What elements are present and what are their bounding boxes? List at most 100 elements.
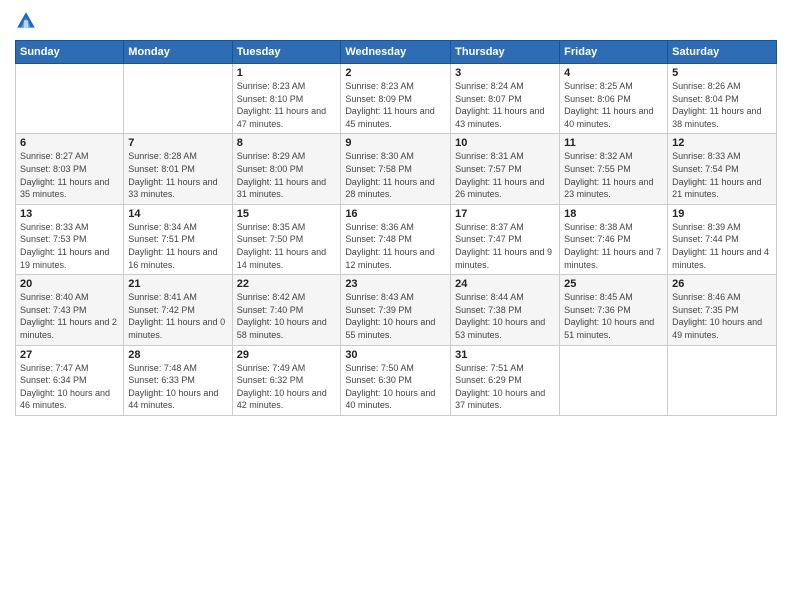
day-number: 13 bbox=[20, 208, 119, 220]
day-cell: 13Sunrise: 8:33 AM Sunset: 7:53 PM Dayli… bbox=[16, 204, 124, 274]
weekday-header-monday: Monday bbox=[124, 41, 232, 64]
day-cell: 4Sunrise: 8:25 AM Sunset: 8:06 PM Daylig… bbox=[560, 64, 668, 134]
day-number: 9 bbox=[345, 137, 446, 149]
day-number: 24 bbox=[455, 278, 555, 290]
day-number: 15 bbox=[237, 208, 337, 220]
day-number: 23 bbox=[345, 278, 446, 290]
day-cell: 5Sunrise: 8:26 AM Sunset: 8:04 PM Daylig… bbox=[668, 64, 777, 134]
day-info: Sunrise: 8:36 AM Sunset: 7:48 PM Dayligh… bbox=[345, 221, 446, 271]
week-row-2: 6Sunrise: 8:27 AM Sunset: 8:03 PM Daylig… bbox=[16, 134, 777, 204]
day-info: Sunrise: 8:26 AM Sunset: 8:04 PM Dayligh… bbox=[672, 80, 772, 130]
page: SundayMondayTuesdayWednesdayThursdayFrid… bbox=[0, 0, 792, 612]
day-info: Sunrise: 8:30 AM Sunset: 7:58 PM Dayligh… bbox=[345, 150, 446, 200]
day-number: 11 bbox=[564, 137, 663, 149]
day-cell: 29Sunrise: 7:49 AM Sunset: 6:32 PM Dayli… bbox=[232, 345, 341, 415]
day-info: Sunrise: 8:37 AM Sunset: 7:47 PM Dayligh… bbox=[455, 221, 555, 271]
day-number: 3 bbox=[455, 67, 555, 79]
day-cell: 10Sunrise: 8:31 AM Sunset: 7:57 PM Dayli… bbox=[451, 134, 560, 204]
day-info: Sunrise: 8:27 AM Sunset: 8:03 PM Dayligh… bbox=[20, 150, 119, 200]
day-number: 27 bbox=[20, 349, 119, 361]
day-info: Sunrise: 8:23 AM Sunset: 8:09 PM Dayligh… bbox=[345, 80, 446, 130]
week-row-5: 27Sunrise: 7:47 AM Sunset: 6:34 PM Dayli… bbox=[16, 345, 777, 415]
day-cell: 7Sunrise: 8:28 AM Sunset: 8:01 PM Daylig… bbox=[124, 134, 232, 204]
day-number: 8 bbox=[237, 137, 337, 149]
day-cell: 8Sunrise: 8:29 AM Sunset: 8:00 PM Daylig… bbox=[232, 134, 341, 204]
day-cell: 19Sunrise: 8:39 AM Sunset: 7:44 PM Dayli… bbox=[668, 204, 777, 274]
day-number: 2 bbox=[345, 67, 446, 79]
day-number: 7 bbox=[128, 137, 227, 149]
day-number: 20 bbox=[20, 278, 119, 290]
day-cell: 30Sunrise: 7:50 AM Sunset: 6:30 PM Dayli… bbox=[341, 345, 451, 415]
day-number: 29 bbox=[237, 349, 337, 361]
day-info: Sunrise: 8:31 AM Sunset: 7:57 PM Dayligh… bbox=[455, 150, 555, 200]
day-number: 17 bbox=[455, 208, 555, 220]
day-number: 19 bbox=[672, 208, 772, 220]
day-info: Sunrise: 8:35 AM Sunset: 7:50 PM Dayligh… bbox=[237, 221, 337, 271]
weekday-header-friday: Friday bbox=[560, 41, 668, 64]
day-cell: 18Sunrise: 8:38 AM Sunset: 7:46 PM Dayli… bbox=[560, 204, 668, 274]
day-cell: 24Sunrise: 8:44 AM Sunset: 7:38 PM Dayli… bbox=[451, 275, 560, 345]
day-cell: 22Sunrise: 8:42 AM Sunset: 7:40 PM Dayli… bbox=[232, 275, 341, 345]
day-info: Sunrise: 7:51 AM Sunset: 6:29 PM Dayligh… bbox=[455, 362, 555, 412]
day-cell bbox=[16, 64, 124, 134]
calendar-table: SundayMondayTuesdayWednesdayThursdayFrid… bbox=[15, 40, 777, 416]
day-cell: 11Sunrise: 8:32 AM Sunset: 7:55 PM Dayli… bbox=[560, 134, 668, 204]
day-number: 28 bbox=[128, 349, 227, 361]
day-info: Sunrise: 8:40 AM Sunset: 7:43 PM Dayligh… bbox=[20, 291, 119, 341]
weekday-header-thursday: Thursday bbox=[451, 41, 560, 64]
day-number: 21 bbox=[128, 278, 227, 290]
day-number: 4 bbox=[564, 67, 663, 79]
day-number: 30 bbox=[345, 349, 446, 361]
day-number: 16 bbox=[345, 208, 446, 220]
day-cell: 26Sunrise: 8:46 AM Sunset: 7:35 PM Dayli… bbox=[668, 275, 777, 345]
day-info: Sunrise: 8:44 AM Sunset: 7:38 PM Dayligh… bbox=[455, 291, 555, 341]
day-info: Sunrise: 8:24 AM Sunset: 8:07 PM Dayligh… bbox=[455, 80, 555, 130]
day-cell: 28Sunrise: 7:48 AM Sunset: 6:33 PM Dayli… bbox=[124, 345, 232, 415]
day-cell: 20Sunrise: 8:40 AM Sunset: 7:43 PM Dayli… bbox=[16, 275, 124, 345]
day-cell: 31Sunrise: 7:51 AM Sunset: 6:29 PM Dayli… bbox=[451, 345, 560, 415]
day-cell bbox=[560, 345, 668, 415]
week-row-4: 20Sunrise: 8:40 AM Sunset: 7:43 PM Dayli… bbox=[16, 275, 777, 345]
weekday-header-saturday: Saturday bbox=[668, 41, 777, 64]
day-cell: 15Sunrise: 8:35 AM Sunset: 7:50 PM Dayli… bbox=[232, 204, 341, 274]
day-number: 22 bbox=[237, 278, 337, 290]
day-info: Sunrise: 8:39 AM Sunset: 7:44 PM Dayligh… bbox=[672, 221, 772, 271]
day-cell: 9Sunrise: 8:30 AM Sunset: 7:58 PM Daylig… bbox=[341, 134, 451, 204]
logo bbox=[15, 10, 40, 32]
weekday-header-sunday: Sunday bbox=[16, 41, 124, 64]
day-info: Sunrise: 8:23 AM Sunset: 8:10 PM Dayligh… bbox=[237, 80, 337, 130]
day-info: Sunrise: 8:45 AM Sunset: 7:36 PM Dayligh… bbox=[564, 291, 663, 341]
day-cell: 21Sunrise: 8:41 AM Sunset: 7:42 PM Dayli… bbox=[124, 275, 232, 345]
day-number: 31 bbox=[455, 349, 555, 361]
day-cell: 2Sunrise: 8:23 AM Sunset: 8:09 PM Daylig… bbox=[341, 64, 451, 134]
day-info: Sunrise: 8:34 AM Sunset: 7:51 PM Dayligh… bbox=[128, 221, 227, 271]
day-cell: 23Sunrise: 8:43 AM Sunset: 7:39 PM Dayli… bbox=[341, 275, 451, 345]
weekday-header-tuesday: Tuesday bbox=[232, 41, 341, 64]
day-cell: 6Sunrise: 8:27 AM Sunset: 8:03 PM Daylig… bbox=[16, 134, 124, 204]
day-info: Sunrise: 7:49 AM Sunset: 6:32 PM Dayligh… bbox=[237, 362, 337, 412]
day-number: 26 bbox=[672, 278, 772, 290]
day-info: Sunrise: 8:41 AM Sunset: 7:42 PM Dayligh… bbox=[128, 291, 227, 341]
day-cell bbox=[124, 64, 232, 134]
day-info: Sunrise: 7:48 AM Sunset: 6:33 PM Dayligh… bbox=[128, 362, 227, 412]
weekday-header-wednesday: Wednesday bbox=[341, 41, 451, 64]
day-cell: 17Sunrise: 8:37 AM Sunset: 7:47 PM Dayli… bbox=[451, 204, 560, 274]
week-row-1: 1Sunrise: 8:23 AM Sunset: 8:10 PM Daylig… bbox=[16, 64, 777, 134]
day-info: Sunrise: 8:43 AM Sunset: 7:39 PM Dayligh… bbox=[345, 291, 446, 341]
day-info: Sunrise: 8:28 AM Sunset: 8:01 PM Dayligh… bbox=[128, 150, 227, 200]
day-info: Sunrise: 7:47 AM Sunset: 6:34 PM Dayligh… bbox=[20, 362, 119, 412]
day-cell: 27Sunrise: 7:47 AM Sunset: 6:34 PM Dayli… bbox=[16, 345, 124, 415]
day-number: 25 bbox=[564, 278, 663, 290]
day-info: Sunrise: 8:38 AM Sunset: 7:46 PM Dayligh… bbox=[564, 221, 663, 271]
day-info: Sunrise: 8:42 AM Sunset: 7:40 PM Dayligh… bbox=[237, 291, 337, 341]
day-number: 5 bbox=[672, 67, 772, 79]
day-number: 14 bbox=[128, 208, 227, 220]
logo-icon bbox=[15, 10, 37, 32]
day-info: Sunrise: 8:33 AM Sunset: 7:53 PM Dayligh… bbox=[20, 221, 119, 271]
day-number: 6 bbox=[20, 137, 119, 149]
day-cell bbox=[668, 345, 777, 415]
day-cell: 3Sunrise: 8:24 AM Sunset: 8:07 PM Daylig… bbox=[451, 64, 560, 134]
weekday-header-row: SundayMondayTuesdayWednesdayThursdayFrid… bbox=[16, 41, 777, 64]
day-cell: 12Sunrise: 8:33 AM Sunset: 7:54 PM Dayli… bbox=[668, 134, 777, 204]
week-row-3: 13Sunrise: 8:33 AM Sunset: 7:53 PM Dayli… bbox=[16, 204, 777, 274]
